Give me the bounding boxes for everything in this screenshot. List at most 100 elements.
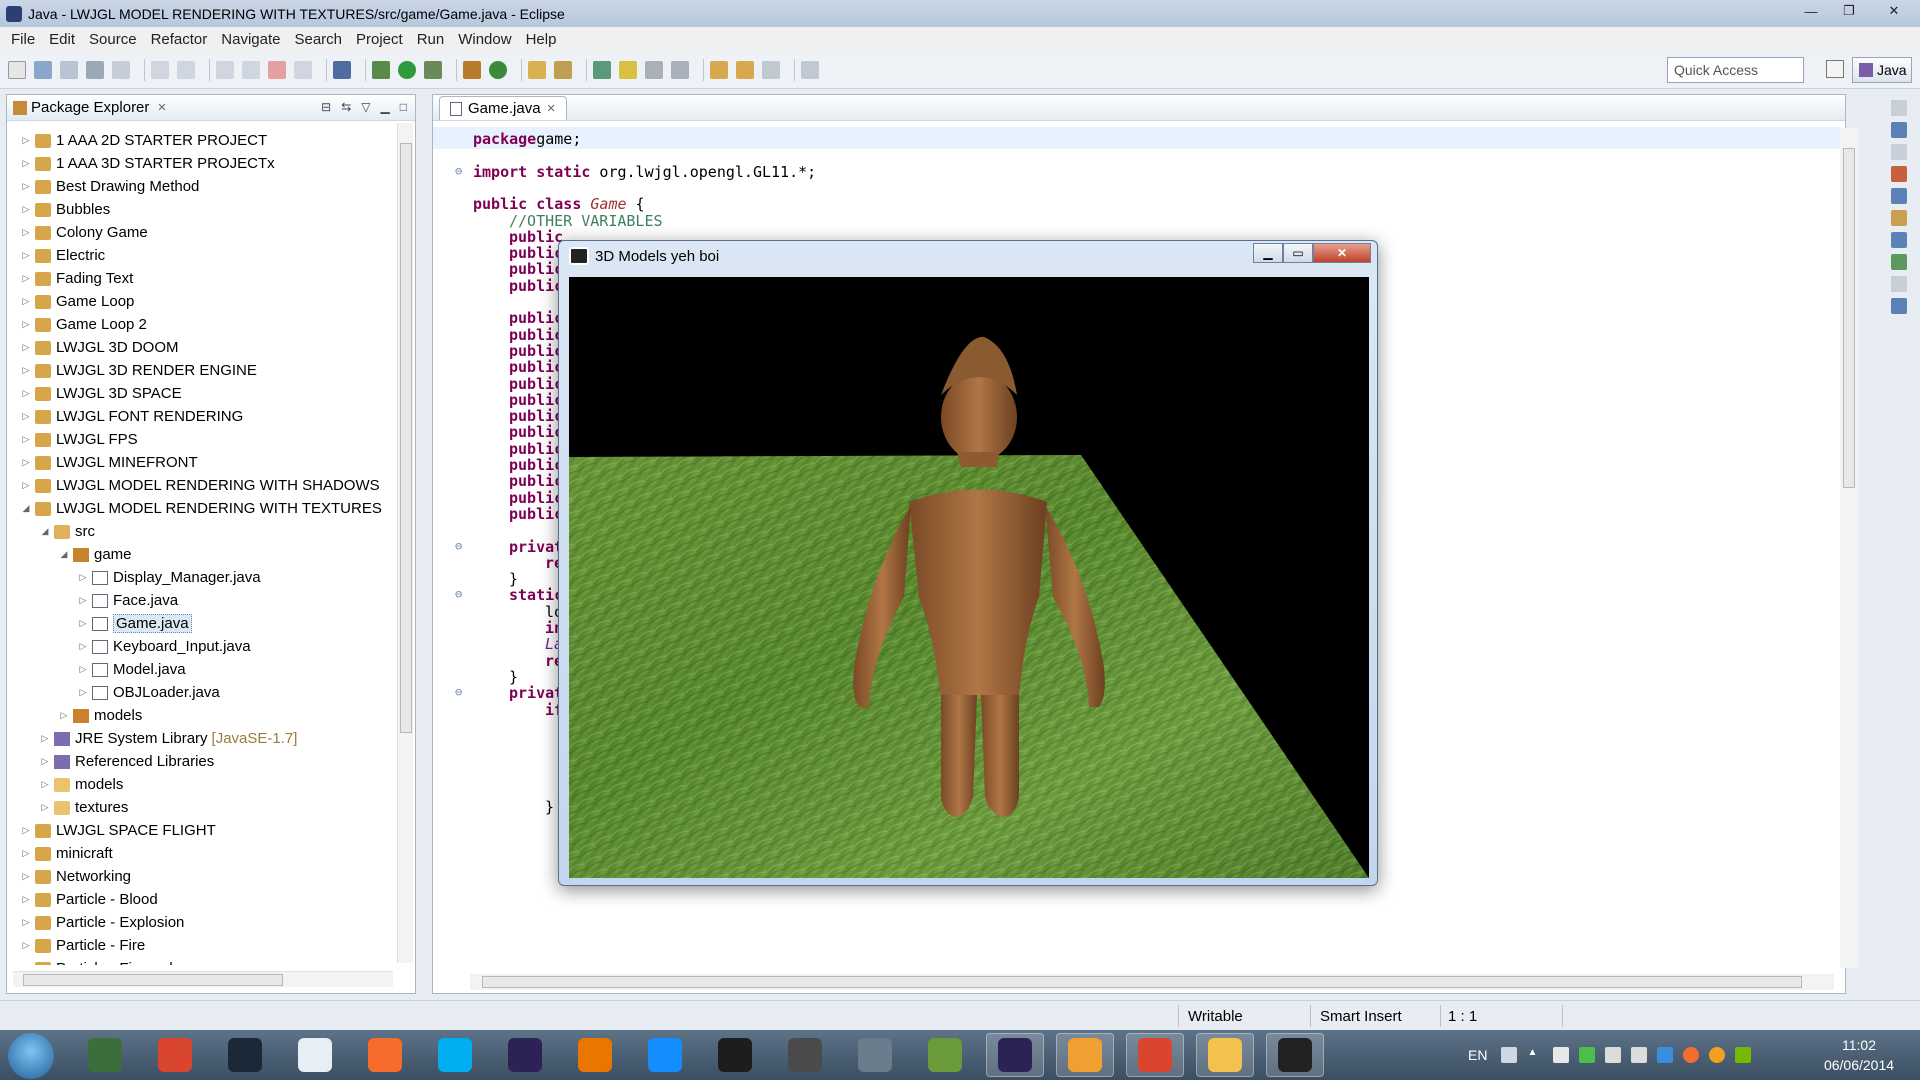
coverage-icon[interactable]	[424, 60, 442, 79]
tree-item[interactable]: ◢ LWJGL MODEL RENDERING WITH TEXTURES	[7, 497, 399, 520]
taskbar-button[interactable]	[636, 1033, 694, 1077]
tree-item[interactable]: ▷ 1 AAA 3D STARTER PROJECTx	[7, 152, 399, 175]
collapsed-arrow-icon[interactable]: ▷	[78, 687, 88, 698]
scroll-thumb[interactable]	[400, 143, 412, 733]
taskbar-button[interactable]	[426, 1033, 484, 1077]
collapsed-arrow-icon[interactable]: ▷	[21, 135, 31, 146]
run-icon[interactable]	[398, 60, 416, 79]
tree-item[interactable]: ▷ 1 AAA 2D STARTER PROJECT	[7, 129, 399, 152]
maximize-view-icon[interactable]: □	[400, 100, 407, 114]
taskbar-button[interactable]	[76, 1033, 134, 1077]
collapsed-arrow-icon[interactable]: ▷	[21, 894, 31, 905]
last-edit-icon[interactable]	[710, 60, 728, 79]
signal-icon[interactable]	[1579, 1047, 1596, 1063]
java-perspective-button[interactable]: Java	[1852, 57, 1912, 83]
collapsed-arrow-icon[interactable]: ▷	[21, 434, 31, 445]
taskbar-button[interactable]	[1056, 1033, 1114, 1077]
tree-item[interactable]: ▷ Fading Text	[7, 267, 399, 290]
back-icon[interactable]	[736, 60, 754, 79]
taskbar-button[interactable]	[1266, 1033, 1324, 1077]
open-type-icon[interactable]	[528, 60, 546, 79]
clock[interactable]: 11:02 06/06/2014	[1814, 1035, 1904, 1075]
block-selection-icon[interactable]	[645, 60, 663, 79]
tree-item[interactable]: ▷ Particle - Firework	[7, 957, 399, 965]
lwjgl-game-window[interactable]: 3D Models yeh boi ▁ ▭ ✕	[558, 240, 1378, 886]
collapsed-arrow-icon[interactable]: ▷	[21, 940, 31, 951]
collapsed-arrow-icon[interactable]: ▷	[21, 342, 31, 353]
restore-view-icon[interactable]	[1891, 100, 1907, 116]
tree-item[interactable]: ▷ LWJGL 3D DOOM	[7, 336, 399, 359]
tree-item[interactable]: ▷ LWJGL MINEFRONT	[7, 451, 399, 474]
collapsed-arrow-icon[interactable]: ▷	[78, 618, 88, 629]
minimize-button[interactable]: —	[1792, 0, 1830, 22]
keyboard-icon[interactable]	[1501, 1047, 1518, 1063]
collapsed-arrow-icon[interactable]: ▷	[21, 181, 31, 192]
tree-item[interactable]: ▷ LWJGL SPACE FLIGHT	[7, 819, 399, 842]
restore-button[interactable]: ❐	[1830, 0, 1868, 22]
javadoc-icon[interactable]	[1891, 188, 1907, 204]
tree-item[interactable]: ▷ Particle - Blood	[7, 888, 399, 911]
collapsed-arrow-icon[interactable]: ▷	[59, 710, 69, 721]
tree-item[interactable]: ▷ textures	[7, 796, 399, 819]
suspend-icon[interactable]	[242, 60, 260, 79]
tree-item[interactable]: ▷ LWJGL MODEL RENDERING WITH SHADOWS	[7, 474, 399, 497]
volume-icon[interactable]	[1631, 1047, 1648, 1063]
menu-window[interactable]: Window	[451, 31, 518, 48]
taskbar-button[interactable]	[1196, 1033, 1254, 1077]
origin-tray-icon[interactable]	[1683, 1047, 1700, 1063]
tree-item[interactable]: ▷ Best Drawing Method	[7, 175, 399, 198]
menu-help[interactable]: Help	[519, 31, 564, 48]
taskbar-button[interactable]	[496, 1033, 554, 1077]
taskbar-button[interactable]	[916, 1033, 974, 1077]
tree-item[interactable]: ▷ JRE System Library [JavaSE-1.7]	[7, 727, 399, 750]
uplay-tray-icon[interactable]	[1709, 1047, 1726, 1063]
editor-horizontal-scrollbar[interactable]	[470, 974, 1834, 990]
collapsed-arrow-icon[interactable]: ▷	[78, 595, 88, 606]
tab-game-java[interactable]: Game.java ✕	[439, 96, 567, 120]
taskbar-button[interactable]	[286, 1033, 344, 1077]
problems-icon[interactable]	[1891, 166, 1907, 182]
taskbar-button[interactable]	[1126, 1033, 1184, 1077]
collapsed-arrow-icon[interactable]: ▷	[21, 273, 31, 284]
open-perspective-icon[interactable]	[1826, 60, 1844, 78]
debug-icon[interactable]	[372, 60, 390, 79]
game-minimize-button[interactable]: ▁	[1253, 243, 1283, 263]
scroll-thumb[interactable]	[23, 974, 283, 986]
taskbar-button[interactable]	[356, 1033, 414, 1077]
tree-item[interactable]: ◢ game	[7, 543, 399, 566]
restore-view-icon[interactable]	[1891, 276, 1907, 292]
dropbox-icon[interactable]	[1657, 1047, 1674, 1063]
close-view-icon[interactable]: ✕	[157, 101, 166, 114]
collapsed-arrow-icon[interactable]: ▷	[21, 848, 31, 859]
close-tab-icon[interactable]: ✕	[547, 102, 556, 115]
menu-project[interactable]: Project	[349, 31, 410, 48]
pin-editor-icon[interactable]	[801, 60, 819, 79]
disconnect-icon[interactable]	[294, 60, 312, 79]
collapsed-arrow-icon[interactable]: ▷	[21, 963, 31, 965]
render-viewport[interactable]	[569, 277, 1369, 878]
collapsed-arrow-icon[interactable]: ▷	[40, 733, 50, 744]
terminate-icon[interactable]	[268, 60, 286, 79]
new-java-package-icon[interactable]	[463, 60, 481, 79]
collapsed-arrow-icon[interactable]: ▷	[40, 756, 50, 767]
menu-edit[interactable]: Edit	[42, 31, 82, 48]
console-icon[interactable]	[1891, 232, 1907, 248]
collapsed-arrow-icon[interactable]: ▷	[21, 319, 31, 330]
tree-item[interactable]: ▷ Particle - Explosion	[7, 911, 399, 934]
tree-item[interactable]: ▷ LWJGL FPS	[7, 428, 399, 451]
game-maximize-button[interactable]: ▭	[1283, 243, 1313, 263]
print-icon[interactable]	[86, 60, 104, 79]
collapsed-arrow-icon[interactable]: ▷	[21, 457, 31, 468]
collapsed-arrow-icon[interactable]: ▷	[78, 641, 88, 652]
tree-item[interactable]: ▷ models	[7, 704, 399, 727]
flag-icon[interactable]	[1553, 1047, 1570, 1063]
next-annotation-icon[interactable]	[593, 60, 611, 79]
tree-item[interactable]: ▷ LWJGL 3D SPACE	[7, 382, 399, 405]
tree-item[interactable]: ▷ Keyboard_Input.java	[7, 635, 399, 658]
link-with-editor-icon[interactable]: ⇆	[341, 100, 351, 114]
taskbar-button[interactable]	[986, 1033, 1044, 1077]
package-explorer-horizontal-scrollbar[interactable]	[13, 971, 393, 987]
tree-item[interactable]: ▷ Game Loop 2	[7, 313, 399, 336]
expanded-arrow-icon[interactable]: ◢	[59, 549, 69, 560]
tree-item[interactable]: ▷ LWJGL FONT RENDERING	[7, 405, 399, 428]
